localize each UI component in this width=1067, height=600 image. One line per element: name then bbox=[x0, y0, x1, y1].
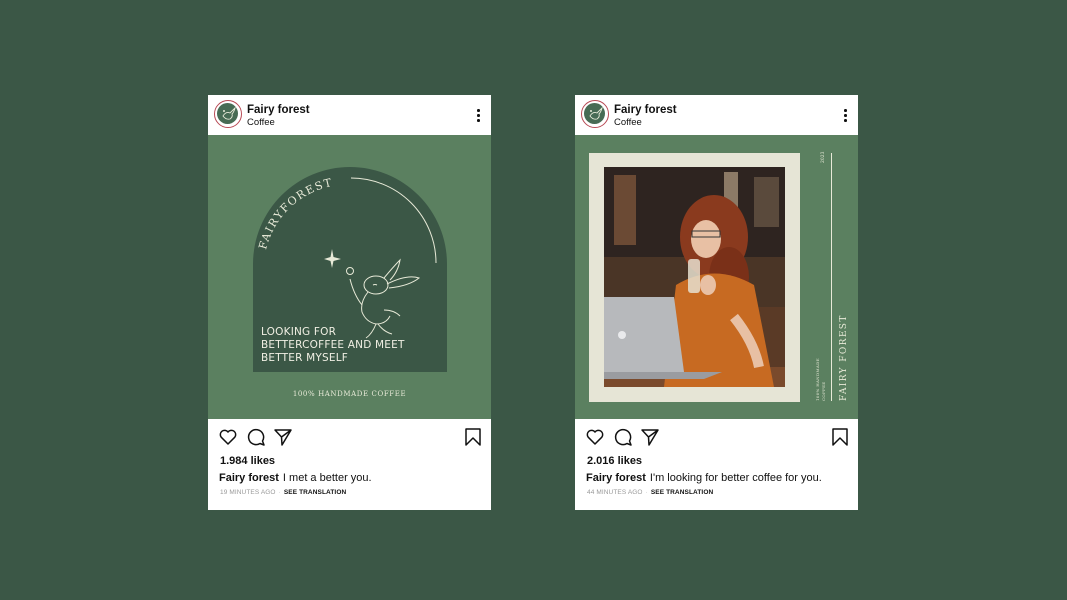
more-icon[interactable] bbox=[473, 107, 483, 123]
username[interactable]: Fairy forest bbox=[247, 104, 310, 117]
heart-icon[interactable] bbox=[585, 427, 605, 447]
timestamp: 19 MINUTES AGO bbox=[220, 489, 276, 496]
handmade-label: 100% HANDMADE COFFEE bbox=[292, 390, 407, 398]
instagram-post-1: Fairy forest Coffee FAIRYFOREST LOOKING … bbox=[208, 95, 491, 510]
timestamp: 44 MINUTES AGO bbox=[587, 489, 643, 496]
photo-woman-drinking-coffee bbox=[604, 167, 785, 387]
tagline-line: BETTER MYSELF bbox=[261, 352, 349, 364]
caption-username[interactable]: Fairy forest bbox=[586, 472, 646, 484]
action-bar bbox=[575, 427, 858, 447]
caption: Fairy forest I'm looking for better coffe… bbox=[586, 472, 822, 484]
comment-icon[interactable] bbox=[246, 427, 266, 447]
tagline-line: BETTERCOFFEE AND MEET bbox=[261, 339, 405, 351]
photo-frame bbox=[589, 153, 800, 402]
caption-username[interactable]: Fairy forest bbox=[219, 472, 279, 484]
more-icon[interactable] bbox=[840, 107, 850, 123]
share-icon[interactable] bbox=[640, 427, 660, 447]
rabbit-logo-icon bbox=[584, 103, 605, 124]
post-meta: 19 MINUTES AGO · SEE TRANSLATION bbox=[220, 489, 346, 496]
rabbit-logo-icon bbox=[217, 103, 238, 124]
caption-text: I'm looking for better coffee for you. bbox=[649, 472, 822, 484]
avatar[interactable] bbox=[214, 100, 242, 128]
post-image: FAIRY FOREST 100% HANDMADE COFFEE 2023 bbox=[575, 135, 858, 419]
see-translation-link[interactable]: SEE TRANSLATION bbox=[651, 489, 713, 496]
account-subtitle: Coffee bbox=[614, 117, 642, 128]
tagline: LOOKING FOR BETTERCOFFEE AND MEET BETTER… bbox=[261, 326, 441, 365]
share-icon[interactable] bbox=[273, 427, 293, 447]
tagline-line: LOOKING FOR bbox=[261, 326, 337, 338]
see-translation-link[interactable]: SEE TRANSLATION bbox=[284, 489, 346, 496]
arch-artwork: FAIRYFOREST bbox=[256, 176, 437, 339]
side-year-text: 2023 bbox=[821, 151, 826, 163]
post-header: Fairy forest Coffee bbox=[208, 95, 491, 135]
avatar[interactable] bbox=[581, 100, 609, 128]
like-count[interactable]: 1.984 likes bbox=[220, 455, 275, 467]
account-subtitle: Coffee bbox=[247, 117, 275, 128]
caption-text: I met a better you. bbox=[282, 472, 372, 484]
post-meta: 44 MINUTES AGO · SEE TRANSLATION bbox=[587, 489, 713, 496]
brand-arc-text: FAIRYFOREST bbox=[256, 176, 332, 251]
sparkle-icon bbox=[324, 249, 341, 268]
side-brand-text: FAIRY FOREST bbox=[839, 314, 849, 401]
svg-text:FAIRYFOREST: FAIRYFOREST bbox=[256, 176, 334, 251]
comment-icon[interactable] bbox=[613, 427, 633, 447]
caption: Fairy forest I met a better you. bbox=[219, 472, 372, 484]
bookmark-icon[interactable] bbox=[830, 427, 850, 447]
heart-icon[interactable] bbox=[218, 427, 238, 447]
post-header: Fairy forest Coffee bbox=[575, 95, 858, 135]
separator: · bbox=[278, 489, 281, 496]
post-image: FAIRYFOREST LOOKING FOR BETTERCOFFEE AND… bbox=[208, 135, 491, 419]
separator: · bbox=[645, 489, 648, 496]
username[interactable]: Fairy forest bbox=[614, 104, 677, 117]
bookmark-icon[interactable] bbox=[463, 427, 483, 447]
like-count[interactable]: 2.016 likes bbox=[587, 455, 642, 467]
side-divider-line bbox=[831, 153, 832, 401]
instagram-post-2: Fairy forest Coffee FAIRY FOREST 100% HA… bbox=[575, 95, 858, 510]
action-bar bbox=[208, 427, 491, 447]
side-small-text: COFFEE bbox=[821, 381, 826, 401]
side-small-text: 100% HANDMADE bbox=[815, 358, 820, 401]
